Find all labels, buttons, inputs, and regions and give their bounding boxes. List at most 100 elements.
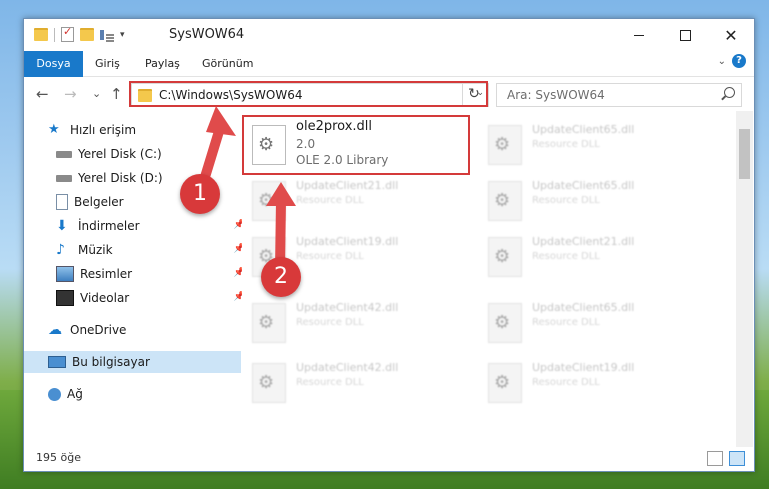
network-icon — [48, 387, 61, 401]
file-description: Resource DLL — [296, 251, 364, 262]
recent-locations-button[interactable]: ⌄ — [92, 87, 101, 100]
sidebar-item-this-pc[interactable]: Bu bilgisayar — [24, 351, 241, 373]
window-title: SysWOW64 — [169, 27, 245, 42]
sidebar-item-label: Resimler — [80, 267, 133, 281]
sidebar-item-label: Yerel Disk (C:) — [78, 147, 162, 161]
file-name: UpdateClient21.dll — [532, 235, 635, 248]
sidebar-item-downloads[interactable]: ⬇ İndirmeler 📌 — [24, 215, 249, 237]
file-name: UpdateClient42.dll — [296, 361, 399, 374]
ribbon-tabs: Dosya Giriş Paylaş Görünüm ⌄ ? — [24, 51, 754, 105]
title-bar: ▾ SysWOW64 ✕ — [24, 19, 754, 51]
search-input[interactable]: Ara: SysWOW64 — [507, 88, 605, 102]
close-button[interactable]: ✕ — [708, 19, 754, 51]
sidebar-item-label: OneDrive — [70, 323, 127, 337]
navigation-pane: ★ Hızlı erişim Yerel Disk (C:) Yerel Dis… — [24, 111, 245, 451]
videos-icon — [56, 290, 74, 306]
music-icon: ♪ — [56, 242, 65, 258]
scrollbar-thumb[interactable] — [739, 129, 750, 179]
close-icon: ✕ — [724, 25, 738, 45]
file-highlight-box — [242, 115, 470, 175]
sidebar-item-label: Bu bilgisayar — [72, 355, 150, 369]
sidebar-item-label: Belgeler — [74, 195, 124, 209]
file-item[interactable]: UpdateClient65.dll Resource DLL — [482, 173, 712, 227]
file-description: Resource DLL — [532, 195, 600, 206]
file-description: Resource DLL — [296, 317, 364, 328]
address-bar-row: ← → ⌄ ↑ C:\Windows\SysWOW64 ⌄ ↻ Ara: Sys… — [24, 77, 754, 111]
address-highlight-box — [129, 81, 488, 107]
divider — [54, 27, 55, 42]
dll-file-icon — [488, 125, 522, 165]
sidebar-item-videos[interactable]: Videolar 📌 — [24, 287, 249, 309]
tab-view[interactable]: Görünüm — [202, 51, 253, 76]
maximize-button[interactable] — [662, 19, 708, 51]
folder-icon — [34, 28, 48, 41]
help-icon[interactable]: ? — [732, 54, 746, 68]
details-view-icon[interactable] — [707, 451, 723, 466]
chevron-down-icon[interactable]: ⌄ — [718, 56, 726, 67]
file-item[interactable]: UpdateClient42.dll Resource DLL — [246, 355, 476, 409]
window-controls: ✕ — [616, 19, 754, 51]
sidebar-item-pictures[interactable]: Resimler 📌 — [24, 263, 249, 285]
list-icon[interactable] — [100, 29, 114, 41]
sidebar-item-music[interactable]: ♪ Müzik 📌 — [24, 239, 249, 261]
new-folder-icon[interactable] — [80, 28, 94, 41]
file-description: Resource DLL — [296, 377, 364, 388]
sidebar-item-network[interactable]: Ağ — [24, 383, 241, 405]
search-box[interactable]: Ara: SysWOW64 — [496, 83, 742, 107]
sidebar-item-disk-c[interactable]: Yerel Disk (C:) — [24, 143, 249, 165]
file-list: ole2prox.dll 2.0 OLE 2.0 Library UpdateC… — [242, 111, 736, 451]
large-icons-view-icon[interactable] — [729, 451, 745, 466]
minimize-button[interactable] — [616, 19, 662, 51]
forward-button[interactable]: → — [64, 85, 77, 103]
sidebar-item-label: İndirmeler — [78, 219, 140, 233]
downloads-icon: ⬇ — [56, 218, 68, 234]
drive-icon — [56, 150, 72, 158]
sidebar-item-label: Müzik — [78, 243, 113, 257]
file-item[interactable]: UpdateClient19.dll Resource DLL — [482, 355, 712, 409]
sidebar-item-quick-access[interactable]: ★ Hızlı erişim — [24, 119, 241, 141]
file-name: UpdateClient65.dll — [532, 301, 635, 314]
file-item[interactable]: UpdateClient21.dll Resource DLL — [482, 229, 712, 283]
up-button[interactable]: ↑ — [110, 85, 123, 103]
file-description: Resource DLL — [532, 317, 600, 328]
file-item[interactable]: UpdateClient21.dll Resource DLL — [246, 173, 476, 227]
tab-share[interactable]: Paylaş — [145, 51, 180, 76]
file-item[interactable]: UpdateClient42.dll Resource DLL — [246, 295, 476, 349]
file-name: UpdateClient21.dll — [296, 179, 399, 192]
file-name: UpdateClient42.dll — [296, 301, 399, 314]
file-item[interactable]: UpdateClient65.dll Resource DLL — [482, 117, 712, 171]
documents-icon — [56, 194, 68, 210]
dll-file-icon — [488, 181, 522, 221]
file-name: UpdateClient65.dll — [532, 123, 635, 136]
dll-file-icon — [488, 303, 522, 343]
explorer-window: ▾ SysWOW64 ✕ Dosya Giriş Paylaş Görünüm … — [23, 18, 755, 472]
file-name: UpdateClient19.dll — [532, 361, 635, 374]
star-icon: ★ — [48, 122, 60, 137]
tab-home[interactable]: Giriş — [95, 51, 120, 76]
file-description: Resource DLL — [532, 377, 600, 388]
maximize-icon — [679, 29, 691, 41]
dll-file-icon — [488, 363, 522, 403]
back-button[interactable]: ← — [36, 85, 49, 103]
file-description: Resource DLL — [296, 195, 364, 206]
status-bar: 195 öğe — [24, 447, 754, 471]
customize-dropdown-icon[interactable]: ▾ — [120, 30, 125, 40]
cloud-icon: ☁ — [48, 322, 62, 338]
properties-check-icon[interactable] — [61, 25, 74, 42]
search-icon[interactable] — [724, 87, 735, 98]
computer-icon — [48, 356, 66, 368]
sidebar-item-label: Yerel Disk (D:) — [78, 171, 163, 185]
sidebar-item-label: Hızlı erişim — [70, 123, 137, 137]
dll-file-icon — [252, 363, 286, 403]
dll-file-icon — [252, 181, 286, 221]
quick-access-toolbar: ▾ — [34, 25, 125, 42]
drive-icon — [56, 174, 72, 182]
file-name: UpdateClient65.dll — [532, 179, 635, 192]
dll-file-icon — [488, 237, 522, 277]
sidebar-item-label: Ağ — [67, 387, 83, 401]
vertical-scrollbar[interactable] — [736, 111, 753, 451]
file-item[interactable]: UpdateClient65.dll Resource DLL — [482, 295, 712, 349]
sidebar-item-onedrive[interactable]: ☁ OneDrive — [24, 319, 241, 341]
item-count: 195 öğe — [36, 451, 81, 464]
file-description: Resource DLL — [532, 251, 600, 262]
